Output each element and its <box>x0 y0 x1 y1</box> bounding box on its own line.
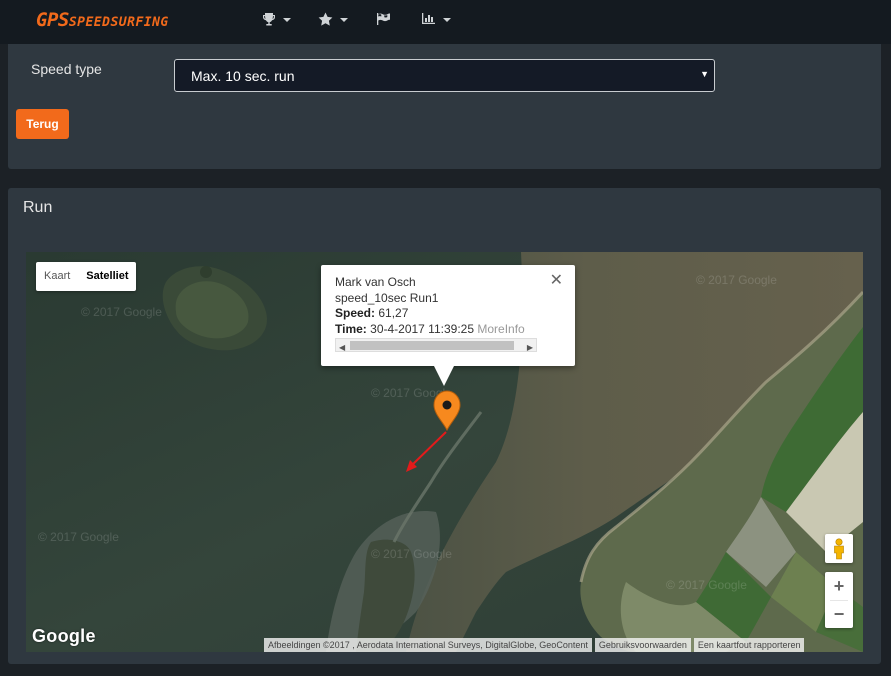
speed-label: Speed: <box>335 306 376 320</box>
map-type-control: Kaart Satelliet <box>36 262 137 291</box>
speed-type-selected-value: Max. 10 sec. run <box>191 68 295 84</box>
brand-speedsurfing: SPEEDSURFING <box>68 15 169 30</box>
time-label: Time: <box>335 321 367 336</box>
run-label: speed_10sec Run1 <box>335 290 439 305</box>
rider-name: Mark van Osch <box>335 275 416 289</box>
chevron-down-icon <box>340 18 348 22</box>
time-row: Time: 30-4-2017 11:39:25 MoreInfo <box>335 322 561 338</box>
chevron-down-icon <box>283 18 291 22</box>
more-info-link[interactable]: MoreInfo <box>477 322 524 336</box>
speed-type-select[interactable]: Max. 10 sec. run ▼ <box>174 59 715 92</box>
bar-chart-icon <box>422 13 435 24</box>
zoom-out-button[interactable]: − <box>825 600 853 628</box>
trophy-icon <box>263 13 275 26</box>
nav-trophy-dropdown[interactable] <box>262 12 291 26</box>
map-watermark: © 2017 Google <box>696 273 777 287</box>
map-watermark: © 2017 Google <box>666 578 747 592</box>
map-type-satelliet-button[interactable]: Satelliet <box>78 262 136 291</box>
report-error-link[interactable]: Een kaartfout rapporteren <box>693 638 805 652</box>
back-button[interactable]: Terug <box>16 109 69 139</box>
map-watermark: © 2017 Google <box>38 530 119 544</box>
star-icon <box>318 12 333 26</box>
pegman-icon <box>834 538 844 560</box>
scrollbar-thumb[interactable] <box>350 341 514 350</box>
speed-value: 61,27 <box>378 306 409 320</box>
nav-spots[interactable] <box>376 12 391 26</box>
zoom-control: + − <box>825 572 853 628</box>
speed-type-label: Speed type <box>31 61 102 77</box>
navbar: GPS SPEEDSURFING <box>0 0 891 44</box>
map-attribution: Afbeeldingen ©2017 , Aerodata Internatio… <box>264 638 805 652</box>
satellite-map[interactable]: © 2017 Google © 2017 Google © 2017 Googl… <box>26 252 863 652</box>
select-arrow-icon: ▼ <box>700 69 709 79</box>
time-value: 30-4-2017 11:39:25 <box>370 321 475 336</box>
flag-icon <box>377 13 390 25</box>
nav-statistics-dropdown[interactable] <box>421 12 451 25</box>
nav-favorites-dropdown[interactable] <box>318 12 348 26</box>
map-watermark: © 2017 Google <box>371 547 452 561</box>
filter-panel: Speed type Max. 10 sec. run ▼ Terug <box>8 44 881 169</box>
run-title: Run <box>23 199 53 216</box>
google-logo[interactable]: Google <box>32 626 96 647</box>
brand-logo[interactable]: GPS SPEEDSURFING <box>36 9 169 31</box>
map-info-window: Mark van Osch speed_10sec Run1 Speed: 61… <box>321 265 575 386</box>
terms-link[interactable]: Gebruiksvoorwaarden <box>594 638 691 652</box>
zoom-divider <box>830 600 848 601</box>
scroll-right-icon[interactable]: ▶ <box>527 340 533 356</box>
scroll-left-icon[interactable]: ◀ <box>339 340 345 356</box>
imagery-attribution: Afbeeldingen ©2017 , Aerodata Internatio… <box>264 638 592 652</box>
run-panel: Run © 2017 Google © 2017 Google © 2017 G… <box>8 188 881 664</box>
street-view-pegman-icon[interactable] <box>825 534 853 563</box>
info-window-tail <box>434 366 454 386</box>
info-window-scrollbar[interactable]: ◀ ▶ <box>335 338 537 352</box>
chevron-down-icon <box>443 17 451 22</box>
speed-row: Speed: 61,27 <box>335 306 561 322</box>
close-icon[interactable]: ✕ <box>550 273 563 289</box>
map-type-kaart-button[interactable]: Kaart <box>36 262 78 291</box>
brand-gps: GPS <box>36 9 69 31</box>
zoom-in-button[interactable]: + <box>825 572 853 600</box>
map-watermark: © 2017 Google <box>81 305 162 319</box>
